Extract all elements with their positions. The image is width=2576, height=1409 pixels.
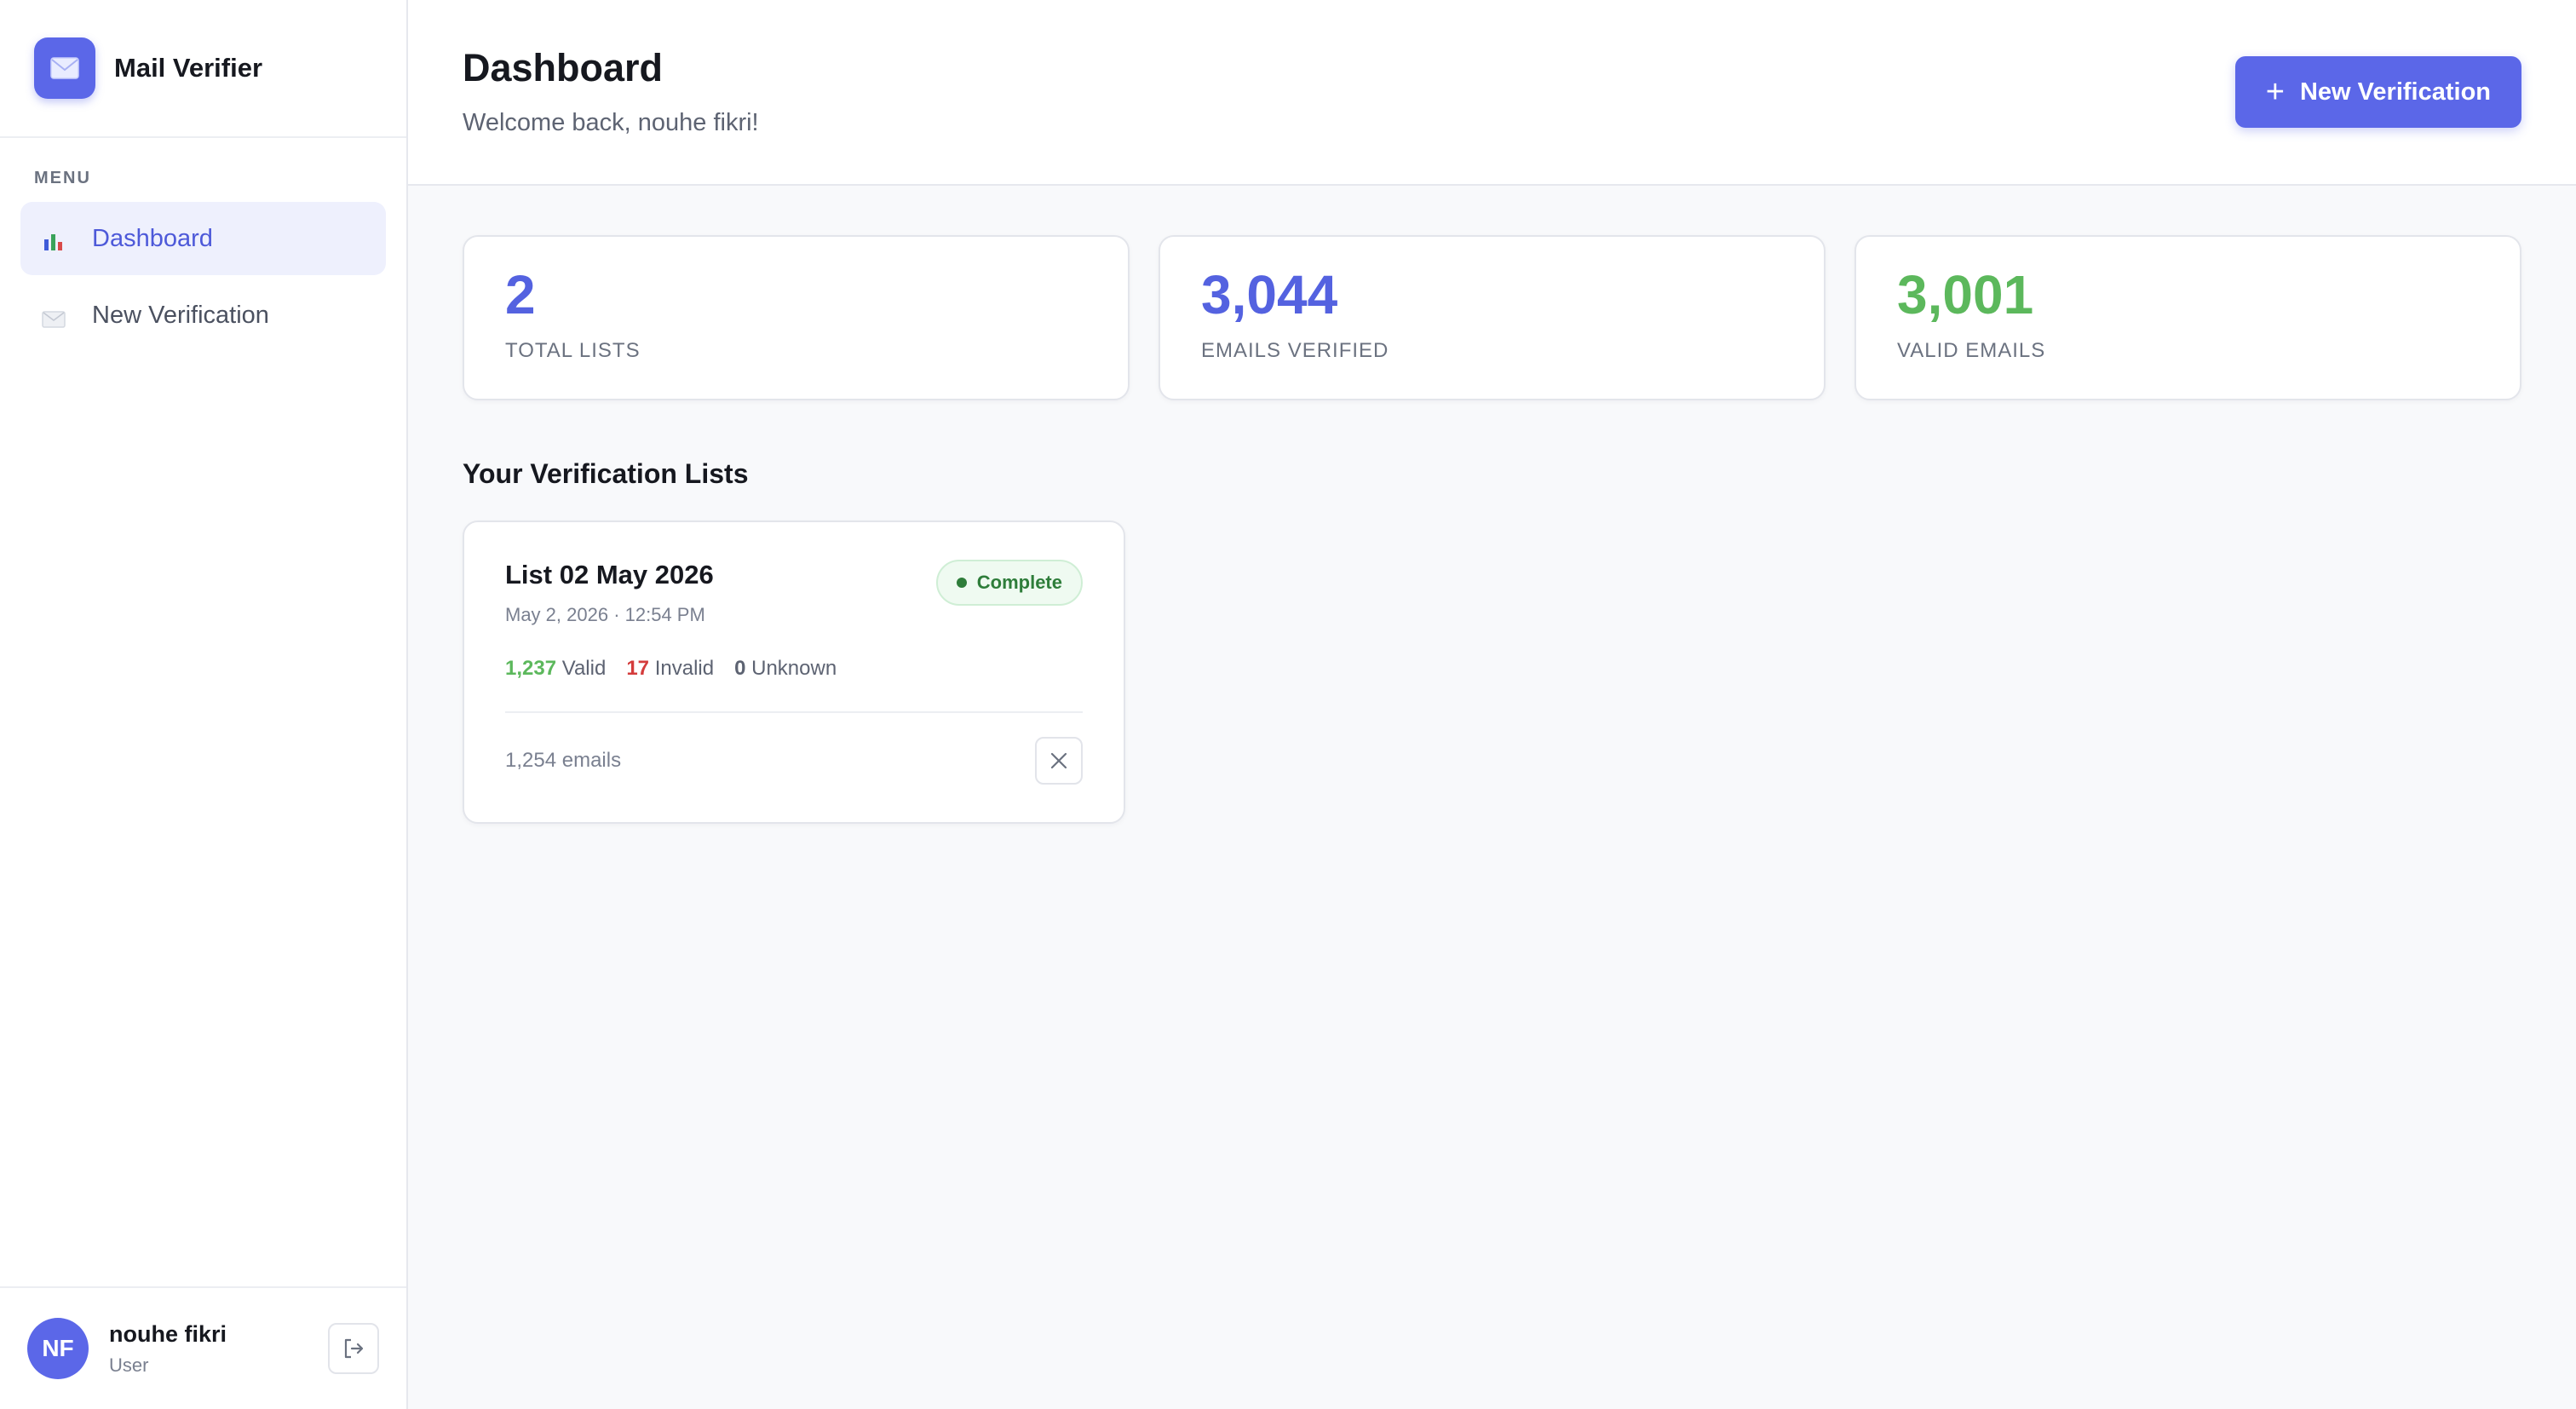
- brand-name: Mail Verifier: [114, 53, 263, 83]
- list-card-divider: [505, 711, 1083, 713]
- sidebar: Mail Verifier MENU Dashboard New Verific…: [0, 0, 408, 1409]
- valid-count: 1,237 Valid: [505, 657, 606, 681]
- valid-count-number: 1,237: [505, 657, 557, 680]
- sidebar-nav: Dashboard New Verification: [0, 202, 406, 355]
- unknown-count-number: 0: [734, 657, 746, 680]
- logout-icon: [344, 1338, 364, 1359]
- unknown-count: 0 Unknown: [734, 657, 837, 681]
- envelope-icon: [41, 302, 66, 328]
- sidebar-item-dashboard[interactable]: Dashboard: [20, 202, 386, 275]
- logout-button[interactable]: [328, 1323, 379, 1374]
- avatar[interactable]: NF: [27, 1318, 89, 1379]
- envelope-icon: [34, 37, 95, 99]
- status-dot-icon: [956, 578, 967, 588]
- user-name: nouhe fikri: [109, 1320, 227, 1347]
- page-subtitle: Welcome back, nouhe fikri!: [463, 109, 759, 136]
- verification-list-card[interactable]: List 02 May 2026 May 2, 2026 · 12:54 PM …: [463, 520, 1125, 824]
- stat-card-emails-verified: 3,044 EMAILS VERIFIED: [1159, 235, 1826, 400]
- section-title: Your Verification Lists: [463, 458, 749, 489]
- stat-value: 3,001: [1897, 264, 2034, 325]
- header-text: Dashboard Welcome back, nouhe fikri!: [463, 46, 759, 137]
- plus-icon: +: [2265, 74, 2285, 110]
- user-profile: NF nouhe fikri User: [0, 1286, 406, 1409]
- list-card-header: List 02 May 2026 May 2, 2026 · 12:54 PM …: [505, 560, 1083, 626]
- invalid-count-number: 17: [626, 657, 650, 680]
- user-info: nouhe fikri User: [109, 1321, 328, 1377]
- menu-label: MENU: [34, 169, 91, 187]
- user-role: User: [109, 1354, 149, 1376]
- main-content: Dashboard Welcome back, nouhe fikri! + N…: [408, 0, 2576, 1409]
- unknown-count-label: Unknown: [751, 657, 837, 680]
- sidebar-item-label: New Verification: [92, 301, 269, 329]
- list-date: May 2, 2026 · 12:54 PM: [505, 604, 705, 625]
- status-badge-label: Complete: [976, 572, 1062, 593]
- stat-label: EMAILS VERIFIED: [1201, 339, 1389, 362]
- stat-card-total-lists: 2 TOTAL LISTS: [463, 235, 1130, 400]
- invalid-count-label: Invalid: [654, 657, 715, 680]
- sidebar-item-new-verification[interactable]: New Verification: [20, 279, 386, 352]
- sidebar-item-label: Dashboard: [92, 224, 213, 252]
- stat-value: 3,044: [1201, 264, 1338, 325]
- email-count: 1,254 emails: [505, 749, 622, 772]
- stat-value: 2: [505, 264, 536, 325]
- page-title: Dashboard: [463, 46, 664, 89]
- close-icon: [1050, 752, 1067, 769]
- list-card-title-block: List 02 May 2026 May 2, 2026 · 12:54 PM: [505, 560, 714, 626]
- app-root: Mail Verifier MENU Dashboard New Verific…: [0, 0, 2576, 1409]
- dashboard-content: 2 TOTAL LISTS 3,044 EMAILS VERIFIED 3,00…: [408, 186, 2576, 824]
- stat-label: TOTAL LISTS: [505, 339, 641, 362]
- delete-list-button[interactable]: [1035, 737, 1083, 785]
- new-verification-button[interactable]: + New Verification: [2234, 56, 2521, 128]
- list-title[interactable]: List 02 May 2026: [505, 560, 714, 590]
- invalid-count: 17 Invalid: [626, 657, 714, 681]
- valid-count-label: Valid: [561, 657, 607, 680]
- brand[interactable]: Mail Verifier: [0, 0, 406, 138]
- new-verification-button-label: New Verification: [2299, 78, 2491, 106]
- stat-card-valid-emails: 3,001 VALID EMAILS: [1854, 235, 2521, 400]
- status-badge: Complete: [935, 560, 1083, 606]
- stat-label: VALID EMAILS: [1897, 339, 2046, 362]
- page-header: Dashboard Welcome back, nouhe fikri! + N…: [408, 0, 2576, 186]
- list-counts: 1,237 Valid 17 Invalid 0 Unknown: [505, 657, 1083, 681]
- bar-chart-icon: [41, 226, 66, 251]
- list-card-footer: 1,254 emails: [505, 737, 1083, 785]
- stats-row: 2 TOTAL LISTS 3,044 EMAILS VERIFIED 3,00…: [463, 235, 2521, 400]
